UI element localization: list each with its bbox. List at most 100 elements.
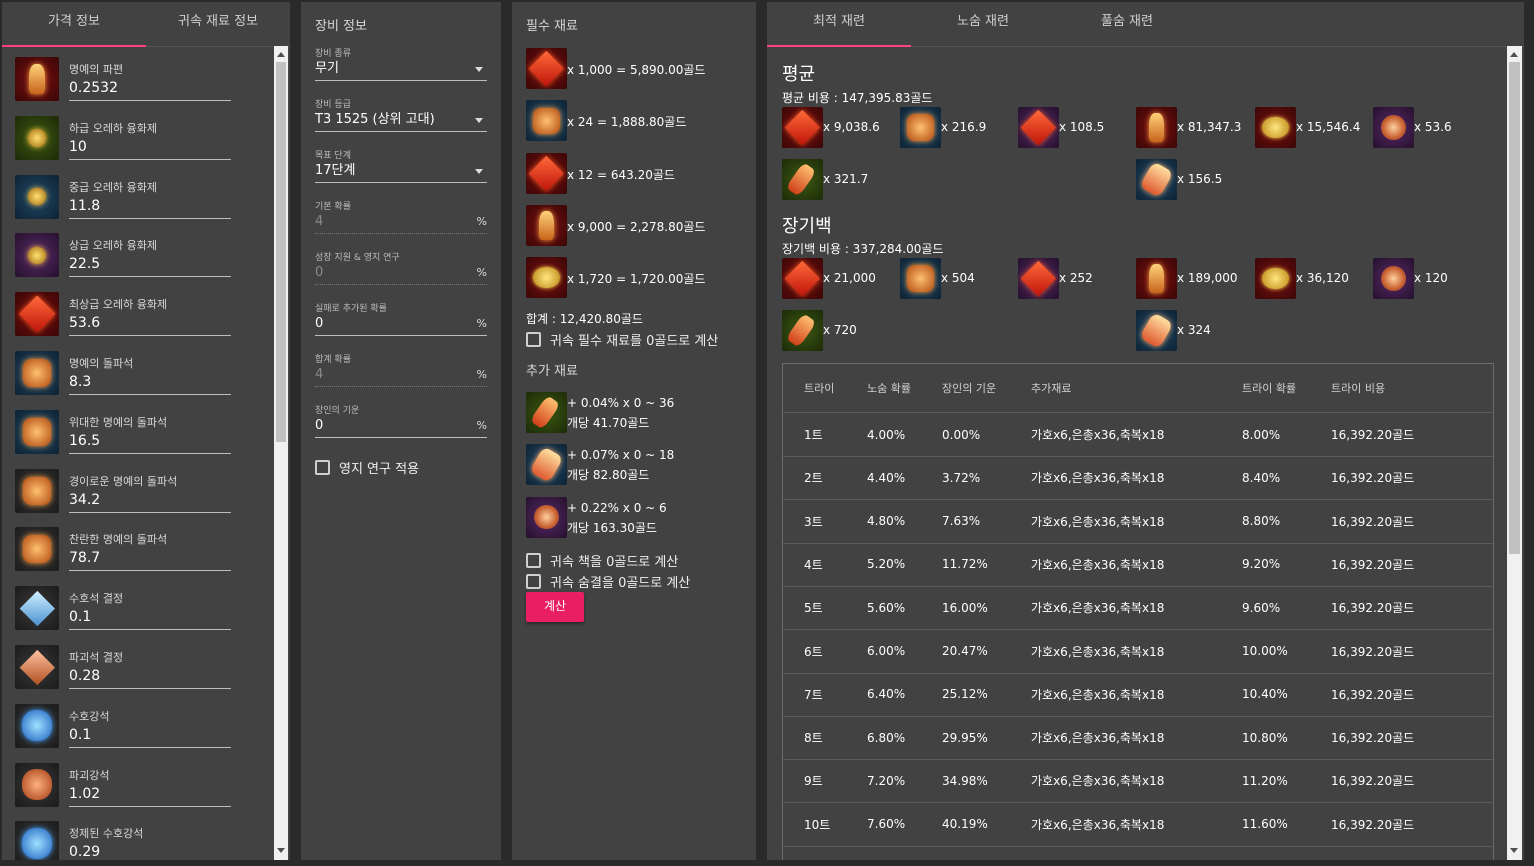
scroll-down-arrow-icon[interactable] bbox=[1510, 848, 1518, 853]
checkbox-box[interactable] bbox=[526, 574, 541, 589]
honor-shard-icon bbox=[1136, 107, 1177, 148]
required-material-row: x 12 = 643.20골드 bbox=[526, 152, 746, 195]
field-select[interactable]: 무기 bbox=[315, 58, 487, 81]
price-info-panel: 가격 정보 귀속 재료 정보 명예의 파편 0.2532 하급 오레하 융화제 10 중… bbox=[2, 2, 290, 860]
price-item-value-input[interactable]: 16.5 bbox=[69, 433, 231, 454]
required-materials-panel: 필수 재료 x 1,000 = 5,890.00골드 x 24 = 1,888.8… bbox=[512, 2, 756, 860]
price-item-name: 수호강석 bbox=[69, 709, 110, 723]
table-cell: 16,392.20골드 bbox=[1331, 644, 1415, 659]
price-item-name: 상급 오레하 융화제 bbox=[69, 239, 157, 253]
price-item: 파괴석 결정 0.28 bbox=[15, 635, 235, 691]
great-honor-leapstone-icon bbox=[15, 409, 59, 454]
checkbox-box[interactable] bbox=[526, 553, 541, 568]
price-item-value-input[interactable]: 78.7 bbox=[69, 550, 231, 572]
honor-leapstone-icon bbox=[15, 351, 59, 395]
territory-research-label: 영지 연구 적용 bbox=[339, 462, 420, 477]
equipment-info-panel: 장비 정보 장비 종류 무기 장비 등급 T3 1525 (상위 고대) 목표 단계 17… bbox=[301, 2, 501, 860]
table-row: 1트 4.00% 0.00% 가호x6,은총x36,축복x18 8.00% 16,392.… bbox=[783, 413, 1493, 457]
table-row: 5트 5.60% 16.00% 가호x6,은총x36,축복x18 9.60% 16,392… bbox=[783, 586, 1493, 631]
calculate-button[interactable]: 계산 bbox=[526, 592, 584, 622]
tab-no-breath-refining[interactable]: 노숨 재련 bbox=[911, 2, 1055, 46]
material-count: x 15,546.4 bbox=[1255, 107, 1365, 149]
price-item-value-input[interactable]: 34.2 bbox=[69, 492, 231, 513]
solar-blessing-icon bbox=[1136, 159, 1177, 200]
tab-optimal-refining[interactable]: 최적 재련 bbox=[767, 2, 911, 47]
scroll-down-arrow-icon[interactable] bbox=[277, 848, 285, 853]
price-item-value-input[interactable]: 11.8 bbox=[69, 198, 231, 219]
material-count: x 504 bbox=[900, 258, 1010, 300]
result-scrollbar[interactable] bbox=[1507, 46, 1522, 860]
price-item-value-input[interactable]: 0.2532 bbox=[69, 80, 231, 101]
material-quantity: x 720 bbox=[823, 323, 857, 337]
required-free-checkbox[interactable]: 귀속 필수 재료를 0골드로 계산 bbox=[526, 330, 718, 349]
material-count: x 9,038.6 bbox=[782, 107, 892, 149]
table-cell: 16.00% bbox=[942, 600, 988, 615]
price-item-value-input[interactable]: 0.28 bbox=[69, 668, 231, 689]
fusion-material-icon bbox=[1018, 258, 1059, 299]
refined-guardian-stone-icon bbox=[15, 821, 59, 860]
destruction-stone-icon bbox=[526, 48, 567, 89]
price-item-value-input[interactable]: 0.29 bbox=[69, 844, 231, 860]
material-quantity: x 321.7 bbox=[823, 172, 869, 186]
scroll-thumb[interactable] bbox=[276, 62, 286, 442]
table-header-cell: 트라이 확률 bbox=[1242, 382, 1297, 395]
price-item-value-input[interactable]: 10 bbox=[69, 139, 231, 160]
extra-material-rate: + 0.07% x 0 ~ 18 bbox=[567, 448, 675, 463]
material-quantity: x 81,347.3 bbox=[1177, 120, 1242, 134]
solar-protection-icon bbox=[1373, 258, 1414, 299]
table-cell: 11.72% bbox=[942, 557, 988, 572]
table-cell: 40.19% bbox=[942, 817, 988, 832]
tab-bound-material-info[interactable]: 귀속 재료 정보 bbox=[146, 2, 290, 46]
field-label: 기본 확률 bbox=[315, 202, 351, 212]
price-item: 하급 오레하 융화제 10 bbox=[15, 106, 235, 162]
field-input[interactable]: 0% bbox=[315, 313, 487, 336]
price-item-value-input[interactable]: 0.1 bbox=[69, 609, 231, 631]
leapstone-icon bbox=[900, 107, 941, 148]
scroll-up-arrow-icon[interactable] bbox=[1510, 52, 1518, 57]
table-cell: 10트 bbox=[804, 817, 831, 832]
breath-free-checkbox[interactable]: 귀속 숨결을 0골드로 계산 bbox=[526, 572, 690, 591]
price-item-value-input[interactable]: 1.02 bbox=[69, 786, 231, 807]
field-select[interactable]: 17단계 bbox=[315, 160, 487, 183]
checkbox-box[interactable] bbox=[315, 460, 330, 475]
price-item-value-input[interactable]: 0.1 bbox=[69, 727, 231, 748]
required-material-row: x 24 = 1,888.80골드 bbox=[526, 100, 746, 142]
solar-protection-icon bbox=[526, 496, 567, 538]
price-item-name: 최상급 오레하 융화제 bbox=[69, 298, 168, 312]
try-table-header: 트라이 노숨 확률 장인의 기운 추가재료 트라이 확률 트라이 비용 bbox=[783, 364, 1493, 413]
table-cell: 2트 bbox=[804, 471, 823, 486]
price-item: 찬란한 명예의 돌파석 78.7 bbox=[15, 517, 235, 573]
extra-material-rate: + 0.04% x 0 ~ 36 bbox=[567, 396, 675, 410]
price-item-value-input[interactable]: 22.5 bbox=[69, 256, 231, 278]
tab-full-breath-refining[interactable]: 풀숨 재련 bbox=[1055, 2, 1199, 46]
table-cell: 16,392.20골드 bbox=[1331, 687, 1415, 702]
table-header-cell: 장인의 기운 bbox=[942, 382, 997, 395]
field-select[interactable]: T3 1525 (상위 고대) bbox=[315, 109, 487, 132]
pity-cost: 장기백 비용 : 337,284.00골드 bbox=[782, 242, 944, 256]
gold-coin-icon bbox=[526, 257, 567, 299]
solar-protection-icon bbox=[1373, 107, 1414, 148]
required-material-row: x 1,000 = 5,890.00골드 bbox=[526, 48, 746, 90]
table-row: 7트 6.40% 25.12% 가호x6,은총x36,축복x18 10.40% 16,39… bbox=[783, 673, 1493, 717]
scroll-thumb[interactable] bbox=[1509, 62, 1520, 554]
destruction-crystal-icon bbox=[15, 645, 59, 689]
equipment-field: 장비 종류 무기 bbox=[315, 46, 487, 81]
tab-price-info[interactable]: 가격 정보 bbox=[2, 2, 146, 47]
material-quantity: x 504 bbox=[941, 271, 975, 285]
price-item-value-input[interactable]: 53.6 bbox=[69, 315, 231, 337]
scroll-up-arrow-icon[interactable] bbox=[277, 52, 285, 57]
price-item-value-input[interactable]: 8.3 bbox=[69, 374, 231, 395]
price-list-scrollbar[interactable] bbox=[274, 46, 288, 860]
price-list: 명예의 파편 0.2532 하급 오레하 융화제 10 중급 오레하 융화제 11.8 상급… bbox=[2, 47, 272, 860]
table-row: 2트 4.40% 3.72% 가호x6,은총x36,축복x18 8.40% 16,392.… bbox=[783, 456, 1493, 501]
table-cell: 4트 bbox=[804, 557, 823, 572]
field-input: 0% bbox=[315, 262, 487, 285]
required-material-text: x 9,000 = 2,278.80골드 bbox=[567, 219, 706, 234]
checkbox-box[interactable] bbox=[526, 332, 541, 347]
territory-research-checkbox[interactable]: 영지 연구 적용 bbox=[315, 458, 419, 477]
field-label: 합계 확률 bbox=[315, 355, 351, 365]
table-cell: 4.80% bbox=[867, 514, 906, 529]
field-input[interactable]: 0% bbox=[315, 415, 487, 438]
gold-coin-icon bbox=[1255, 107, 1296, 148]
book-free-checkbox[interactable]: 귀속 책을 0골드로 계산 bbox=[526, 551, 678, 570]
